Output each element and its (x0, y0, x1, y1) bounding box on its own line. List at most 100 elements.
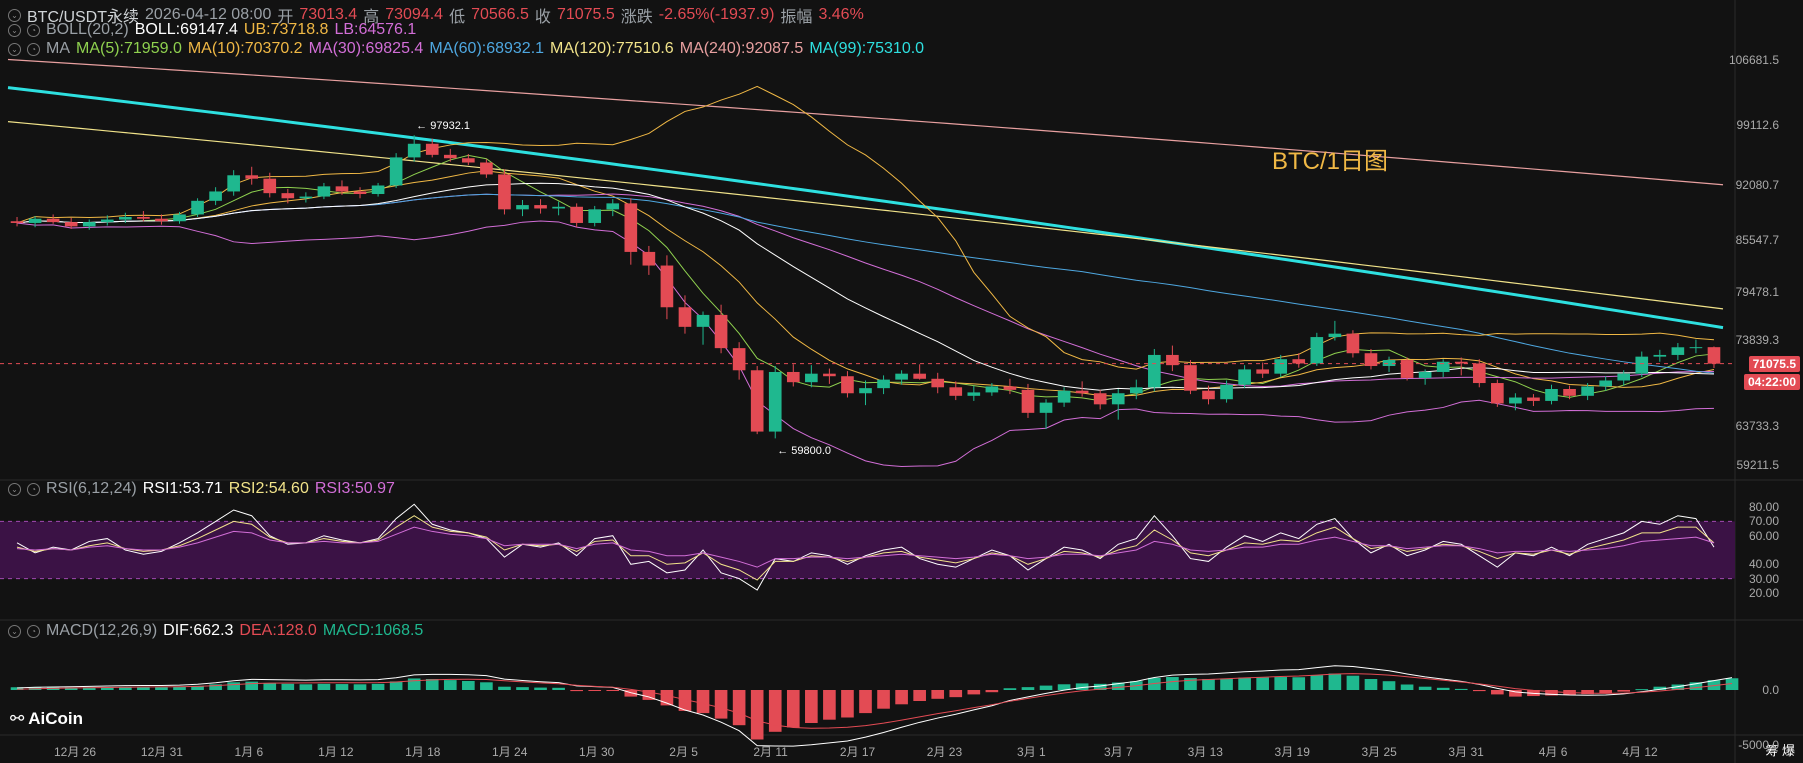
candle-body (46, 218, 60, 223)
candle-body (967, 392, 981, 396)
candle-body (1093, 393, 1107, 405)
boll-value: BOLL:69147.4 (134, 21, 238, 38)
candle-body (714, 314, 728, 349)
collapse-icon[interactable]: ⌄ (8, 8, 21, 22)
macd-legend: ⌄ ◔ MACD(12,26,9) DIF:662.3 DEA:128.0 MA… (8, 622, 423, 640)
candle-body (534, 205, 547, 209)
candle-body (1148, 354, 1161, 388)
macd-bar (335, 684, 349, 690)
candle-body (877, 379, 890, 389)
close-value: 71075.5 (556, 6, 615, 23)
time-tick: 3月 25 (1361, 745, 1397, 759)
macd-bar (462, 680, 475, 690)
candle-body (1111, 393, 1125, 405)
candle-body (1202, 390, 1215, 400)
low-annotation: ← 59800.0 (777, 445, 832, 458)
time-tick: 1月 18 (405, 745, 441, 759)
candle-body (281, 193, 295, 199)
macd-bar (480, 682, 493, 690)
candle-body (1671, 347, 1685, 355)
time-tick: 2月 5 (669, 745, 698, 759)
bell-icon[interactable]: ◔ (27, 482, 40, 496)
candle-body (1509, 397, 1522, 404)
ma-item-4: MA(120):77510.6 (550, 40, 674, 57)
candle-body (1617, 373, 1631, 381)
time-tick: 2月 23 (926, 745, 963, 759)
candle-body (100, 219, 114, 223)
time-tick: 1月 24 (492, 745, 528, 759)
bell-icon[interactable]: ◔ (27, 42, 40, 56)
rsi-tick: 30.00 (1748, 571, 1779, 586)
candle-body (552, 206, 565, 209)
collapse-icon[interactable]: ⌄ (8, 23, 21, 37)
logo-text: AiCoin (28, 709, 84, 728)
candle-body (1545, 389, 1558, 401)
candle-body (1292, 359, 1306, 364)
candle-body (64, 222, 78, 227)
rsi-name: RSI(6,12,24) (46, 480, 137, 497)
macd-bar (859, 690, 872, 714)
amp-label: 振幅 (780, 9, 813, 26)
price-tick: 85547.7 (1735, 233, 1779, 248)
collapse-icon[interactable]: ⌄ (8, 624, 21, 638)
candle-body (642, 251, 656, 266)
macd-bar (173, 686, 186, 690)
candle-body (949, 387, 963, 396)
candle-body (1346, 333, 1360, 354)
collapse-icon[interactable]: ⌄ (8, 482, 21, 496)
macd-bar (1256, 677, 1269, 690)
macd-bar (1635, 689, 1649, 691)
macd-bar (750, 690, 764, 740)
candle-body (859, 388, 872, 394)
low-value: 70566.5 (471, 6, 529, 23)
candle-body (1635, 356, 1649, 374)
ma-item-3: MA(60):68932.1 (429, 40, 545, 57)
macd-bar (245, 681, 259, 690)
bell-icon[interactable]: ◔ (27, 23, 40, 37)
candle-body (588, 209, 602, 223)
candle-body (227, 175, 240, 192)
candle-body (1075, 390, 1089, 394)
chart-canvas[interactable] (0, 0, 1803, 763)
candle-body (462, 158, 475, 163)
macd-bar (552, 687, 565, 690)
macd-bar (588, 690, 602, 691)
change-value: -2.65%(-1937.9) (658, 6, 775, 23)
collapse-icon[interactable]: ⌄ (8, 42, 21, 56)
macd-bar (606, 690, 620, 691)
candle-body (1238, 369, 1251, 385)
candle-body (353, 191, 367, 195)
rsi3-value: RSI3:50.97 (314, 480, 395, 497)
macd-bar (1346, 675, 1360, 690)
candle-body (1707, 347, 1721, 364)
candle-body (1057, 390, 1071, 403)
candle-body (841, 376, 854, 394)
macd-bar (1238, 677, 1251, 690)
rsi-tick: 40.00 (1748, 557, 1779, 572)
time-tick: 3月 19 (1274, 745, 1310, 759)
candle-body (931, 378, 945, 388)
candle-body (1472, 363, 1486, 384)
candle-body (678, 307, 692, 327)
boll-ub: UB:73718.8 (243, 21, 329, 38)
macd-bar (949, 690, 963, 698)
time-tick: 4月 6 (1538, 745, 1568, 759)
candle-body (1003, 386, 1017, 390)
candle-body (1039, 402, 1053, 413)
macd-bar (714, 690, 728, 719)
macd-bar (1003, 688, 1017, 690)
macd-bar (263, 682, 277, 690)
candle-body (1382, 360, 1396, 367)
bell-icon[interactable]: ◔ (27, 624, 40, 638)
line-ma99 (7, 86, 1724, 330)
chart-watermark: BTC/1日图 (1272, 148, 1389, 175)
candle-body (407, 143, 421, 158)
ma-name: MA (46, 40, 70, 57)
macd-bar (498, 686, 511, 690)
candle-body (1184, 365, 1197, 391)
candle-body (606, 203, 620, 210)
rsi-legend: ⌄ ◔ RSI(6,12,24) RSI1:53.71 RSI2:54.60 R… (8, 480, 395, 498)
rsi-tick: 80.00 (1748, 500, 1779, 515)
time-tick: 1月 12 (318, 745, 354, 759)
candle-body (1689, 347, 1703, 349)
